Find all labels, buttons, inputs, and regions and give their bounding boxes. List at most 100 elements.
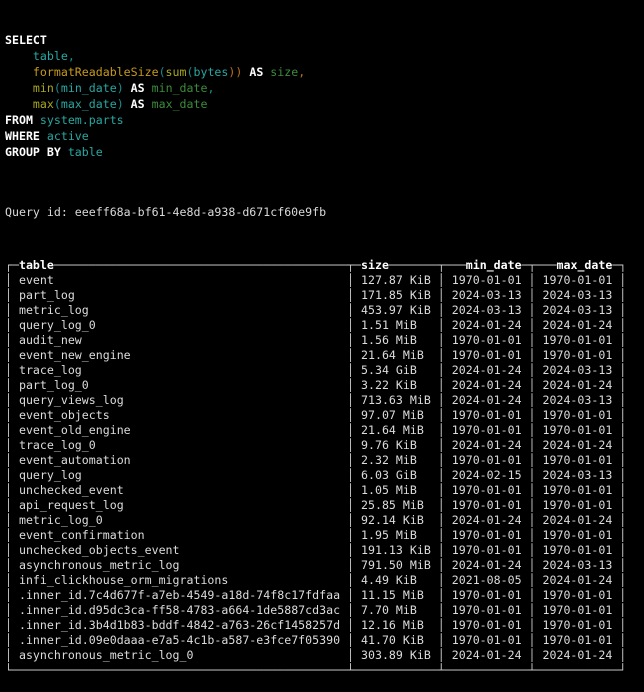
cell-pad (340, 408, 347, 422)
cell-min_date: 2024-01-24 (452, 438, 522, 453)
table-border: │ (438, 288, 445, 302)
cell-pad (12, 513, 19, 527)
sql-token: AS (131, 97, 145, 111)
cell-pad (12, 438, 19, 452)
table-border: │ (619, 288, 626, 302)
table-border: │ (619, 603, 626, 617)
cell-table: trace_log (19, 363, 340, 378)
cell-pad (445, 453, 452, 467)
sql-token: , (298, 65, 305, 79)
cell-pad (431, 633, 438, 647)
table-border: │ (438, 333, 445, 347)
table-bottom-border: └───────────────────────────────────────… (5, 663, 644, 678)
cell-pad (12, 573, 19, 587)
cell-pad (354, 498, 361, 512)
table-row: │ query_log │ 6.03 GiB │ 2024-02-15 │ 20… (5, 468, 644, 483)
cell-pad (445, 543, 452, 557)
cell-pad (340, 363, 347, 377)
sql-token: AS (131, 81, 145, 95)
table-border: │ (529, 408, 536, 422)
table-row: │ query_views_log │ 713.63 MiB │ 2024-01… (5, 393, 644, 408)
cell-min_date: 2024-01-24 (452, 648, 522, 663)
cell-size: 21.64 MiB (361, 348, 431, 363)
cell-min_date: 2024-01-24 (452, 558, 522, 573)
cell-pad (354, 558, 361, 572)
cell-min_date: 1970-01-01 (452, 453, 522, 468)
cell-pad (12, 408, 19, 422)
sql-token: bytes (193, 65, 228, 79)
table-row: │ api_request_log │ 25.85 MiB │ 1970-01-… (5, 498, 644, 513)
cell-pad (354, 333, 361, 347)
table-row: │ asynchronous_metric_log │ 791.50 MiB │… (5, 558, 644, 573)
cell-table: query_log (19, 468, 340, 483)
cell-pad (431, 543, 438, 557)
table-border: ─── (445, 258, 466, 272)
table-row: │ metric_log_0 │ 92.14 KiB │ 2024-01-24 … (5, 513, 644, 528)
cell-pad (536, 273, 543, 287)
cell-pad (431, 273, 438, 287)
cell-pad (445, 603, 452, 617)
table-border: │ (529, 468, 536, 482)
table-border: │ (438, 603, 445, 617)
cell-table: part_log (19, 288, 340, 303)
sql-line: WHERE active (5, 128, 644, 144)
table-border: │ (347, 288, 354, 302)
table-border: │ (347, 348, 354, 362)
cell-pad (431, 648, 438, 662)
table-border: │ (619, 318, 626, 332)
table-border: │ (347, 573, 354, 587)
sql-line: FROM system.parts (5, 112, 644, 128)
sql-token: GROUP BY (5, 145, 61, 159)
cell-pad (445, 588, 452, 602)
cell-table: .inner_id.d95dc3ca-ff58-4783-a664-1de588… (19, 603, 340, 618)
cell-size: 1.56 MiB (361, 333, 431, 348)
cell-pad (431, 333, 438, 347)
terminal-screen[interactable]: SELECT table, formatReadableSize(sum(byt… (0, 0, 644, 692)
table-border: │ (529, 528, 536, 542)
cell-pad (445, 468, 452, 482)
cell-pad (354, 288, 361, 302)
table-border: │ (347, 588, 354, 602)
table-border: │ (619, 543, 626, 557)
table-border: │ (438, 453, 445, 467)
cell-pad (340, 528, 347, 542)
cell-pad (12, 468, 19, 482)
table-border: │ (347, 543, 354, 557)
cell-min_date: 1970-01-01 (452, 483, 522, 498)
cell-pad (536, 468, 543, 482)
cell-min_date: 2024-01-24 (452, 378, 522, 393)
column-header-min_date: min_date (466, 258, 522, 272)
table-border: │ (438, 513, 445, 527)
cell-pad (522, 288, 529, 302)
table-border: │ (619, 468, 626, 482)
cell-size: 41.70 KiB (361, 633, 431, 648)
cell-table: unchecked_event (19, 483, 340, 498)
cell-min_date: 2024-01-24 (452, 393, 522, 408)
table-row: │ .inner_id.d95dc3ca-ff58-4783-a664-1de5… (5, 603, 644, 618)
column-header-table: table (19, 258, 54, 272)
table-border: │ (529, 318, 536, 332)
table-border: │ (5, 483, 12, 497)
table-border: │ (438, 303, 445, 317)
cell-pad (522, 618, 529, 632)
cell-table: api_request_log (19, 498, 340, 513)
table-border: │ (529, 483, 536, 497)
sql-token (145, 81, 152, 95)
table-row: │ .inner_id.7c4d677f-a7eb-4549-a18d-74f8… (5, 588, 644, 603)
cell-pad (536, 498, 543, 512)
table-border: │ (619, 618, 626, 632)
sql-token (5, 81, 33, 95)
table-border: │ (5, 618, 12, 632)
table-row: │ event_new_engine │ 21.64 MiB │ 1970-01… (5, 348, 644, 363)
cell-min_date: 1970-01-01 (452, 633, 522, 648)
table-border: │ (438, 573, 445, 587)
sql-token: )) (228, 65, 242, 79)
table-border: │ (438, 588, 445, 602)
cell-pad (445, 288, 452, 302)
cell-pad (354, 378, 361, 392)
cell-table: event_confirmation (19, 528, 340, 543)
table-border: │ (619, 528, 626, 542)
table-border: │ (619, 648, 626, 662)
cell-pad (354, 393, 361, 407)
cell-size: 92.14 KiB (361, 513, 431, 528)
